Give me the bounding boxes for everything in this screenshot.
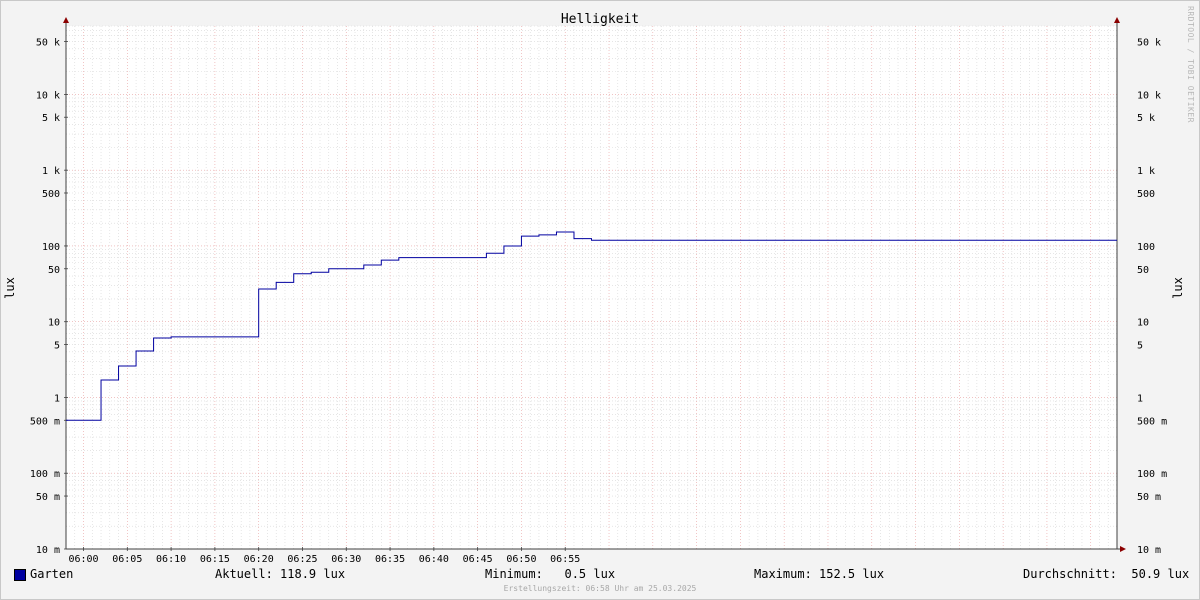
chart-grid — [65, 25, 1118, 550]
y-tick-label-right: 50 — [1137, 265, 1149, 276]
y-tick-label-right: 500 — [1137, 189, 1155, 200]
y-tick-label-left: 1 k — [42, 166, 60, 177]
x-tick-label: 06:00 — [68, 554, 98, 565]
legend-maximum: Maximum: 152.5 lux — [754, 567, 885, 581]
y-tick-label-left: 100 m — [30, 469, 60, 480]
x-tick-label: 06:40 — [419, 554, 449, 565]
x-tick-label: 06:10 — [156, 554, 186, 565]
y-tick-label-right: 500 m — [1137, 416, 1167, 427]
y-axis-arrow-left — [63, 17, 69, 23]
y-axis-label-right: lux — [1171, 277, 1185, 299]
y-tick-label-right: 50 m — [1137, 492, 1161, 503]
y-tick-label-right: 5 k — [1137, 113, 1155, 124]
legend-average: Durchschnitt: 50.9 lux — [1023, 567, 1190, 581]
x-tick-label: 06:25 — [287, 554, 317, 565]
y-tick-label-left: 100 — [42, 242, 60, 253]
y-axis-arrow-right — [1114, 17, 1120, 23]
chart-canvas: 10 m 10 m 50 m 50 m 100 m 100 m 500 m 500 m 1 1 5 5… — [3, 12, 1185, 565]
y-tick-label-right: 5 — [1137, 341, 1143, 352]
x-tick-label: 06:50 — [506, 554, 536, 565]
watermark-text: RRDTOOL / TOBI OETIKER — [1186, 6, 1195, 123]
x-tick-label: 06:15 — [200, 554, 230, 565]
y-tick-label-right: 10 — [1137, 318, 1149, 329]
y-tick-label-right: 1 — [1137, 393, 1143, 404]
y-tick-label-right: 100 — [1137, 242, 1155, 253]
footer-timestamp: Erstellungszeit: 06:58 Uhr am 25.03.2025 — [503, 584, 697, 593]
y-tick-label-left: 5 — [54, 341, 60, 352]
y-tick-label-left: 10 — [48, 318, 60, 329]
y-tick-label-left: 10 k — [36, 90, 60, 101]
y-tick-label-left: 1 — [54, 393, 60, 404]
chart-title: Helligkeit — [561, 12, 639, 27]
x-tick-label: 06:45 — [463, 554, 493, 565]
legend-current: Aktuell: 118.9 lux — [215, 567, 346, 581]
x-tick-label: 06:05 — [112, 554, 142, 565]
y-tick-label-left: 5 k — [42, 113, 60, 124]
legend-swatch-garten — [14, 569, 26, 581]
x-tick-label: 06:30 — [331, 554, 361, 565]
y-tick-label-left: 500 — [42, 189, 60, 200]
y-tick-label-left: 50 m — [36, 492, 60, 503]
y-tick-label-right: 100 m — [1137, 469, 1167, 480]
x-tick-labels: 06:00 06:05 06:10 06:15 06:20 06:25 06:30 06:35… — [68, 554, 580, 565]
x-tick-label: 06:35 — [375, 554, 405, 565]
y-tick-label-left: 500 m — [30, 416, 60, 427]
x-tick-label: 06:55 — [550, 554, 580, 565]
x-tick-label: 06:20 — [244, 554, 274, 565]
y-tick-label-left: 50 k — [36, 37, 60, 48]
y-tick-label-right: 50 k — [1137, 37, 1161, 48]
legend-minimum: Minimum: 0.5 lux — [485, 567, 616, 581]
y-tick-label-right: 10 k — [1137, 90, 1161, 101]
y-tick-label-right: 1 k — [1137, 166, 1155, 177]
y-tick-label-left: 50 — [48, 265, 60, 276]
y-axis-label-left: lux — [3, 277, 17, 299]
y-tick-label-right: 10 m — [1137, 545, 1161, 556]
x-axis-arrow — [1120, 546, 1126, 552]
legend-series-name: Garten — [30, 567, 74, 581]
y-tick-label-left: 10 m — [36, 545, 60, 556]
